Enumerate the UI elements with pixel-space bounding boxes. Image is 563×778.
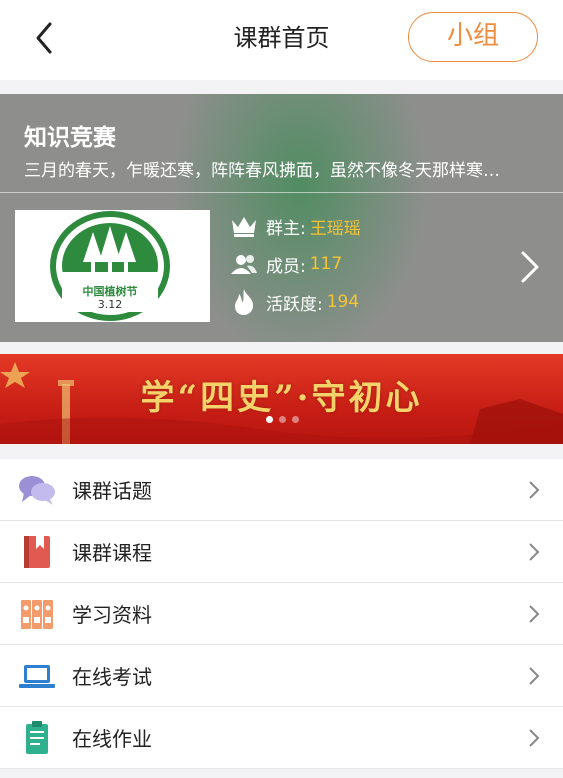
feature-menu: 课群话题 课群课程 学习资料 在线考试 在线作业 bbox=[0, 459, 563, 769]
members-row: 成员: 117 bbox=[230, 251, 342, 277]
flame-icon bbox=[230, 289, 258, 315]
group-description: 三月的春天，乍暖还寒，阵阵春风拂面，虽然不像冬天那样寒… bbox=[24, 161, 500, 181]
laptop-icon bbox=[19, 665, 55, 688]
group-name: 知识竞赛 bbox=[24, 125, 116, 151]
menu-item-label: 在线作业 bbox=[72, 727, 152, 751]
promo-carousel[interactable]: 学“四史”·守初心 bbox=[0, 354, 563, 444]
logo-caption-line1: 中国植树节 bbox=[82, 285, 138, 298]
menu-item-topics[interactable]: 课群话题 bbox=[0, 459, 563, 521]
group-button[interactable]: 小组 bbox=[408, 12, 538, 62]
owner-value: 王瑶瑶 bbox=[309, 218, 361, 239]
menu-item-label: 课群话题 bbox=[72, 479, 152, 503]
clipboard-icon bbox=[26, 721, 48, 754]
menu-item-label: 在线考试 bbox=[72, 665, 152, 689]
binders-icon bbox=[21, 600, 53, 629]
menu-item-label: 学习资料 bbox=[72, 603, 152, 627]
chevron-right-icon bbox=[529, 543, 540, 561]
chevron-right-icon bbox=[529, 481, 540, 499]
activity-label: 活跃度: bbox=[266, 294, 323, 315]
carousel-dot[interactable] bbox=[292, 416, 299, 423]
crown-icon bbox=[230, 213, 258, 239]
members-label: 成员: bbox=[266, 256, 306, 277]
menu-item-exams[interactable]: 在线考试 bbox=[0, 645, 563, 707]
chevron-right-icon bbox=[529, 605, 540, 623]
owner-row: 群主: 王瑶瑶 bbox=[230, 213, 361, 239]
carousel-dot[interactable] bbox=[266, 416, 273, 423]
carousel-indicator bbox=[266, 416, 299, 423]
group-logo: 中国植树节 3.12 bbox=[15, 210, 210, 322]
menu-item-courses[interactable]: 课群课程 bbox=[0, 521, 563, 583]
banner-divider bbox=[0, 192, 563, 193]
book-icon bbox=[24, 536, 50, 568]
menu-item-materials[interactable]: 学习资料 bbox=[0, 583, 563, 645]
members-value: 117 bbox=[309, 254, 343, 274]
chevron-left-icon[interactable] bbox=[30, 20, 60, 56]
menu-item-homework[interactable]: 在线作业 bbox=[0, 707, 563, 769]
owner-label: 群主: bbox=[266, 218, 306, 239]
promo-text: 学“四史”·守初心 bbox=[140, 378, 423, 418]
chat-bubbles-icon bbox=[19, 476, 55, 505]
chevron-right-icon bbox=[529, 729, 540, 747]
chevron-right-icon bbox=[529, 667, 540, 685]
menu-item-label: 课群课程 bbox=[72, 541, 152, 565]
activity-row: 活跃度: 194 bbox=[230, 289, 359, 315]
top-bar: 课群首页 小组 bbox=[0, 0, 563, 80]
activity-value: 194 bbox=[326, 292, 360, 312]
chevron-right-icon[interactable] bbox=[518, 250, 542, 284]
logo-caption-line2: 3.12 bbox=[97, 298, 123, 311]
members-icon bbox=[230, 251, 258, 277]
carousel-dot[interactable] bbox=[279, 416, 286, 423]
